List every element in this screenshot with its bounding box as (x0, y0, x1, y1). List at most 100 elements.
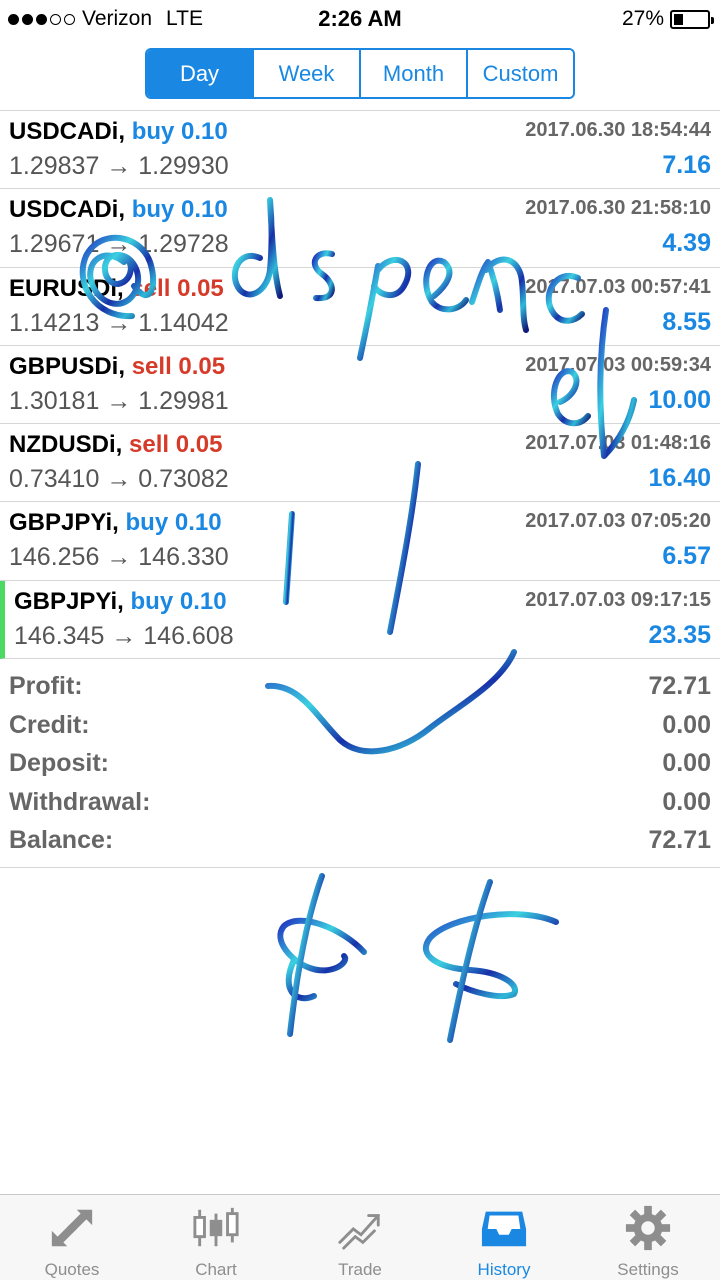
trade-prices: 146.345 → 146.608 (14, 621, 234, 650)
history-tray-icon (481, 1211, 527, 1247)
candlestick-chart-icon (193, 1207, 239, 1247)
summary-value: 0.00 (662, 749, 711, 777)
summary-label: Deposit: (9, 749, 109, 777)
trade-symbol: NZDUSDi (9, 431, 116, 459)
trade-prices: 146.256 → 146.330 (9, 543, 229, 572)
trade-prices: 1.14213 → 1.14042 (9, 308, 229, 337)
summary-value: 72.71 (648, 672, 711, 700)
bottom-tab-bar: Quotes Chart Trade History Settings (0, 1194, 720, 1280)
status-bar: Verizon LTE 2:26 AM 27% (0, 0, 720, 36)
battery-icon (670, 9, 714, 29)
trade-profit: 6.57 (662, 542, 711, 571)
summary-row-credit: Credit: 0.00 (0, 707, 720, 746)
trade-symbol-line: EURUSDi, sell 0.05 (9, 274, 224, 302)
trade-symbol: GBPJPYi (14, 587, 118, 615)
trade-side: buy (131, 118, 175, 145)
trade-trend-icon (338, 1214, 380, 1250)
trade-side: sell (130, 274, 171, 302)
summary-value: 72.71 (648, 826, 711, 854)
trade-symbol: GBPUSDi (9, 352, 119, 380)
tab-label: Settings (617, 1260, 679, 1279)
trade-profit: 7.16 (662, 151, 711, 179)
trade-time: 2017.06.30 21:58:10 (525, 197, 711, 220)
status-right: 27% (621, 7, 714, 31)
trade-volume: 0.10 (181, 118, 228, 145)
trade-profit: 8.55 (662, 307, 711, 336)
trade-symbol: USDCADi (9, 118, 119, 145)
trade-symbol-line: GBPJPYi, buy 0.10 (14, 587, 227, 615)
divider (0, 867, 720, 868)
trade-symbol: USDCADi (9, 196, 119, 224)
summary-row-withdrawal: Withdrawal: 0.00 (0, 784, 720, 823)
trade-symbol-line: NZDUSDi, sell 0.05 (9, 431, 223, 459)
trade-symbol-line: GBPUSDi, sell 0.05 (9, 352, 226, 380)
trade-time: 2017.07.03 09:17:15 (525, 588, 711, 611)
account-summary: Profit: 72.71 Credit: 0.00 Deposit: 0.00… (0, 668, 720, 861)
tab-chart[interactable]: Chart (144, 1195, 288, 1280)
trade-volume: 0.05 (177, 274, 224, 302)
tab-history[interactable]: History (432, 1195, 576, 1280)
trade-symbol: GBPJPYi (9, 509, 113, 537)
trade-side: sell (131, 352, 172, 380)
quotes-arrows-icon (51, 1209, 93, 1247)
tab-label: Trade (338, 1260, 382, 1279)
tab-month[interactable]: Month (361, 50, 468, 97)
summary-row-balance: Balance: 72.71 (0, 822, 720, 861)
summary-label: Withdrawal: (9, 787, 151, 816)
summary-label: Balance: (9, 826, 114, 854)
trade-profit: 16.40 (648, 464, 711, 493)
trade-time: 2017.06.30 18:54:44 (525, 119, 711, 141)
tab-quotes[interactable]: Quotes (0, 1195, 144, 1280)
tab-week[interactable]: Week (254, 50, 361, 97)
trade-volume: 0.10 (181, 196, 228, 224)
trade-volume: 0.10 (179, 587, 227, 615)
trade-prices: 1.29837 → 1.29930 (9, 152, 229, 180)
trade-time: 2017.07.03 07:05:20 (525, 510, 711, 533)
trade-symbol-line: GBPJPYi, buy 0.10 (9, 509, 222, 537)
trade-symbol-line: USDCADi, buy 0.10 (9, 118, 228, 145)
trade-volume: 0.05 (178, 352, 226, 380)
trade-prices: 1.30181 → 1.29981 (9, 386, 229, 415)
summary-value: 0.00 (662, 710, 711, 739)
trade-side: buy (130, 587, 174, 615)
summary-label: Profit: (9, 672, 83, 700)
trade-symbol: EURUSDi (9, 274, 118, 302)
trade-side: buy (131, 196, 175, 224)
status-time: 2:26 AM (318, 6, 402, 31)
tab-label: Quotes (44, 1260, 100, 1279)
tab-day[interactable]: Day (147, 50, 254, 97)
period-selector: Day Week Month Custom (145, 48, 575, 99)
trade-side: sell (129, 431, 170, 459)
trade-row-selected[interactable]: GBPJPYi, buy 0.10 146.345 → 146.608 2017… (0, 580, 720, 660)
summary-value: 0.00 (662, 787, 711, 816)
trade-profit: 4.39 (662, 229, 711, 258)
trade-time: 2017.07.03 00:59:34 (525, 353, 711, 376)
trade-row[interactable]: USDCADi, buy 0.10 1.29671 → 1.29728 2017… (0, 189, 720, 268)
trade-time: 2017.07.03 00:57:41 (525, 275, 711, 298)
trade-row[interactable]: GBPUSDi, sell 0.05 1.30181 → 1.29981 201… (0, 346, 720, 425)
trade-row[interactable]: EURUSDi, sell 0.05 1.14213 → 1.14042 201… (0, 268, 720, 346)
trade-prices: 0.73410 → 0.73082 (9, 465, 229, 494)
trade-row[interactable]: USDCADi, buy 0.10 1.29837 → 1.29930 2017… (0, 111, 720, 190)
tab-custom[interactable]: Custom (468, 50, 573, 97)
battery-percent: 27% (621, 7, 664, 30)
tab-settings[interactable]: Settings (576, 1195, 720, 1280)
trade-volume: 0.10 (174, 509, 222, 537)
summary-row-deposit: Deposit: 0.00 (0, 745, 720, 784)
trade-time: 2017.07.03 01:48:16 (525, 432, 711, 455)
trade-symbol-line: USDCADi, buy 0.10 (9, 196, 228, 224)
trade-row[interactable]: NZDUSDi, sell 0.05 0.73410 → 0.73082 201… (0, 424, 720, 503)
summary-row-profit: Profit: 72.71 (0, 668, 720, 707)
summary-label: Credit: (9, 710, 90, 739)
tab-trade[interactable]: Trade (288, 1195, 432, 1280)
trade-volume: 0.05 (175, 431, 223, 459)
trade-row[interactable]: GBPJPYi, buy 0.10 146.256 → 146.330 2017… (0, 502, 720, 581)
trade-side: buy (125, 509, 169, 537)
trade-profit: 10.00 (648, 385, 711, 414)
tab-label: Chart (195, 1260, 237, 1279)
trade-prices: 1.29671 → 1.29728 (9, 230, 229, 259)
tab-label: History (477, 1260, 531, 1279)
trade-history-list: USDCADi, buy 0.10 1.29837 → 1.29930 2017… (0, 111, 720, 660)
trade-profit: 23.35 (648, 620, 711, 649)
gear-icon (625, 1205, 671, 1251)
